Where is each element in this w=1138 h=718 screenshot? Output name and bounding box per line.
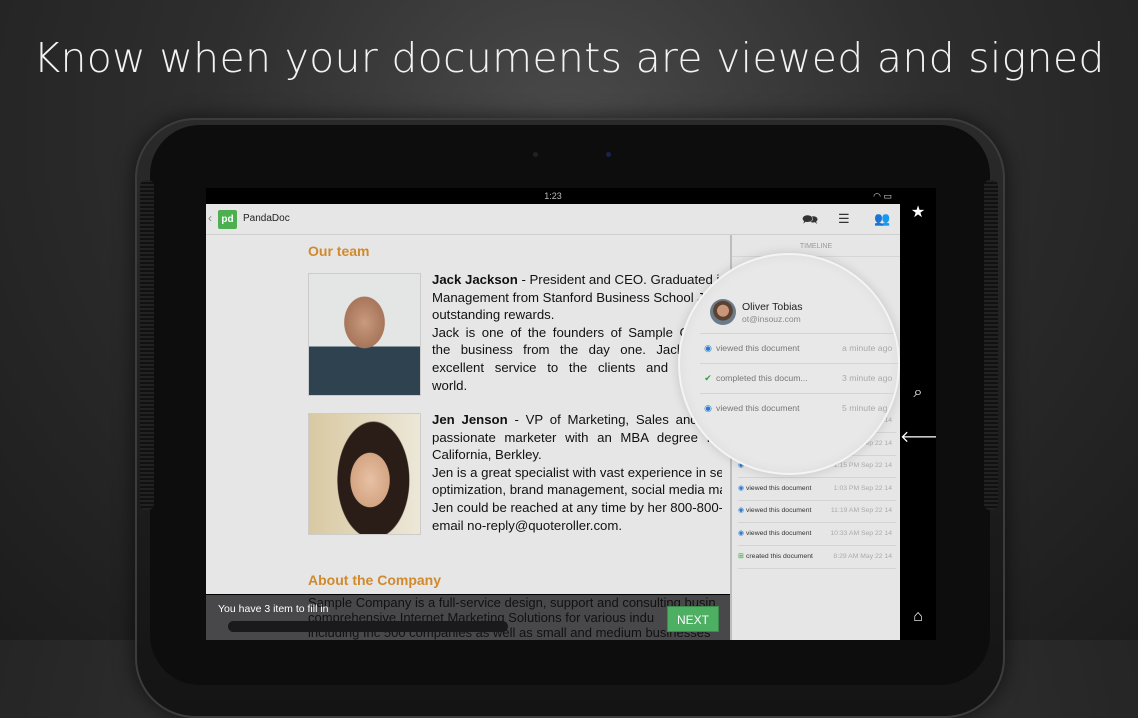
bio-line: email no-reply@quoteroller.com. — [432, 517, 623, 533]
lens-action: viewed this document — [716, 343, 800, 353]
fill-progress-bar — [228, 621, 508, 632]
speaker-left — [140, 180, 154, 510]
eye-icon: ◉ — [738, 530, 745, 537]
star-icon[interactable]: ★ — [900, 202, 936, 222]
about-line: Sample Company is a full-service design,… — [308, 595, 716, 610]
fill-in-bar: Sample Company is a full-service design,… — [206, 594, 730, 640]
plus-icon: ⊞ — [738, 552, 744, 560]
list-icon[interactable]: ☰ — [838, 211, 850, 227]
avatar — [710, 299, 736, 325]
bio-line: optimization, brand management, social m… — [432, 482, 722, 498]
sensor — [606, 152, 611, 157]
app-title: PandaDoc — [243, 213, 290, 224]
lens-timeline-row[interactable]: ◉ viewed this document a minute ago — [700, 333, 898, 363]
timeline-row[interactable]: ◉ viewed this document 1:03 PM Sep 22 14 — [738, 478, 896, 501]
status-bar: 1:23 ◠ ▭ — [206, 188, 900, 204]
home-icon[interactable]: ⌂ — [900, 608, 936, 626]
speaker-right — [984, 180, 998, 510]
bio-line: - President and CEO. Graduated in — [517, 272, 722, 287]
lens-action: viewed this document — [716, 403, 800, 413]
timeline-time: 10:33 AM Sep 22 14 — [830, 530, 892, 537]
search-icon[interactable]: ⌕ — [900, 384, 936, 402]
bio-line: Management from Stanford Business School… — [432, 289, 722, 305]
comments-icon[interactable]: 🗪 — [802, 211, 818, 233]
eye-icon: ◉ — [738, 484, 745, 492]
eye-icon: ◉ — [704, 403, 712, 413]
lens-time: 5 minute ag — [842, 403, 888, 413]
timeline-header: TIMELINE — [732, 243, 900, 257]
lens-time: a minute ago — [842, 343, 893, 353]
nav-bar: ★ ⌕ 🡐 ⌂ — [900, 188, 936, 640]
back-chevron-icon[interactable]: ‹ — [208, 211, 212, 225]
bio-line: Jen could be reached at any time by her … — [432, 499, 722, 515]
lens-timeline-row[interactable]: ✔ completed this docum... 3 minute ago — [700, 363, 898, 393]
back-arrow-icon[interactable]: 🡐 — [900, 426, 936, 447]
recipients-icon[interactable]: 👥 — [874, 211, 890, 227]
lens-timeline-row[interactable]: ◉ viewed this document 5 minute ag — [700, 393, 898, 423]
camera — [533, 152, 538, 157]
our-team-heading: Our team — [308, 243, 370, 259]
fill-in-message: You have 3 item to fill in — [218, 603, 329, 615]
signer-email: ot@insouz.com — [742, 314, 801, 324]
timeline-action: viewed this document — [746, 507, 812, 515]
timeline-time: 11:19 AM Sep 22 14 — [830, 507, 892, 515]
about-heading: About the Company — [308, 572, 441, 588]
jen-photo — [308, 413, 421, 535]
check-icon: ✔ — [704, 373, 712, 383]
bio-line: Jack is one of the founders of Sample Co… — [432, 324, 722, 340]
timeline-action: created this document — [746, 552, 813, 560]
magnifier-lens: Oliver Tobias ot@insouz.com ◉ viewed this… — [678, 253, 900, 475]
jack-photo — [308, 273, 421, 396]
next-button[interactable]: NEXT — [667, 606, 719, 632]
eye-icon: ◉ — [704, 343, 712, 353]
bio-line: outstanding rewards. — [432, 307, 555, 323]
bio-line: passionate marketer with an MBA degree f… — [432, 429, 722, 445]
pandadoc-logo: pd — [218, 210, 237, 229]
jen-bio: Jen Jenson - VP of Marketing, Sales and … — [432, 411, 722, 534]
jack-name: Jack Jackson — [432, 272, 518, 287]
timeline-time: 1:03 PM Sep 22 14 — [833, 484, 892, 492]
timeline-action: viewed this document — [746, 484, 812, 492]
status-time: 1:23 — [544, 191, 562, 201]
app-bar: ‹ pd PandaDoc 🗪 ☰ 👥 — [206, 204, 900, 235]
jen-name: Jen Jenson — [432, 412, 508, 427]
bio-line: Jen is a great specialist with vast expe… — [432, 464, 722, 480]
eye-icon: ◉ — [738, 507, 745, 515]
lens-action: completed this docum... — [716, 373, 808, 383]
headline: Know when your documents are viewed and … — [33, 34, 1105, 82]
timeline-action: viewed this document — [746, 530, 812, 537]
lens-time: 3 minute ago — [842, 373, 893, 383]
signer-name: Oliver Tobias — [742, 301, 803, 313]
timeline-row[interactable]: ⊞ created this document 8:29 AM May 22 14 — [738, 546, 896, 569]
bio-line: California, Berkley. — [432, 447, 542, 463]
timeline-row[interactable]: ◉ viewed this document 11:19 AM Sep 22 14 — [738, 500, 896, 524]
about-text: Sample Company is a full-service design,… — [308, 595, 716, 640]
document-view[interactable]: Our team Jack Jackson - President and CE… — [206, 235, 730, 640]
wifi-battery-icon: ◠ ▭ — [873, 191, 892, 201]
timeline-row[interactable]: ◉ viewed this document 10:33 AM Sep 22 14 — [738, 523, 896, 546]
timeline-time: 8:29 AM May 22 14 — [833, 552, 892, 560]
